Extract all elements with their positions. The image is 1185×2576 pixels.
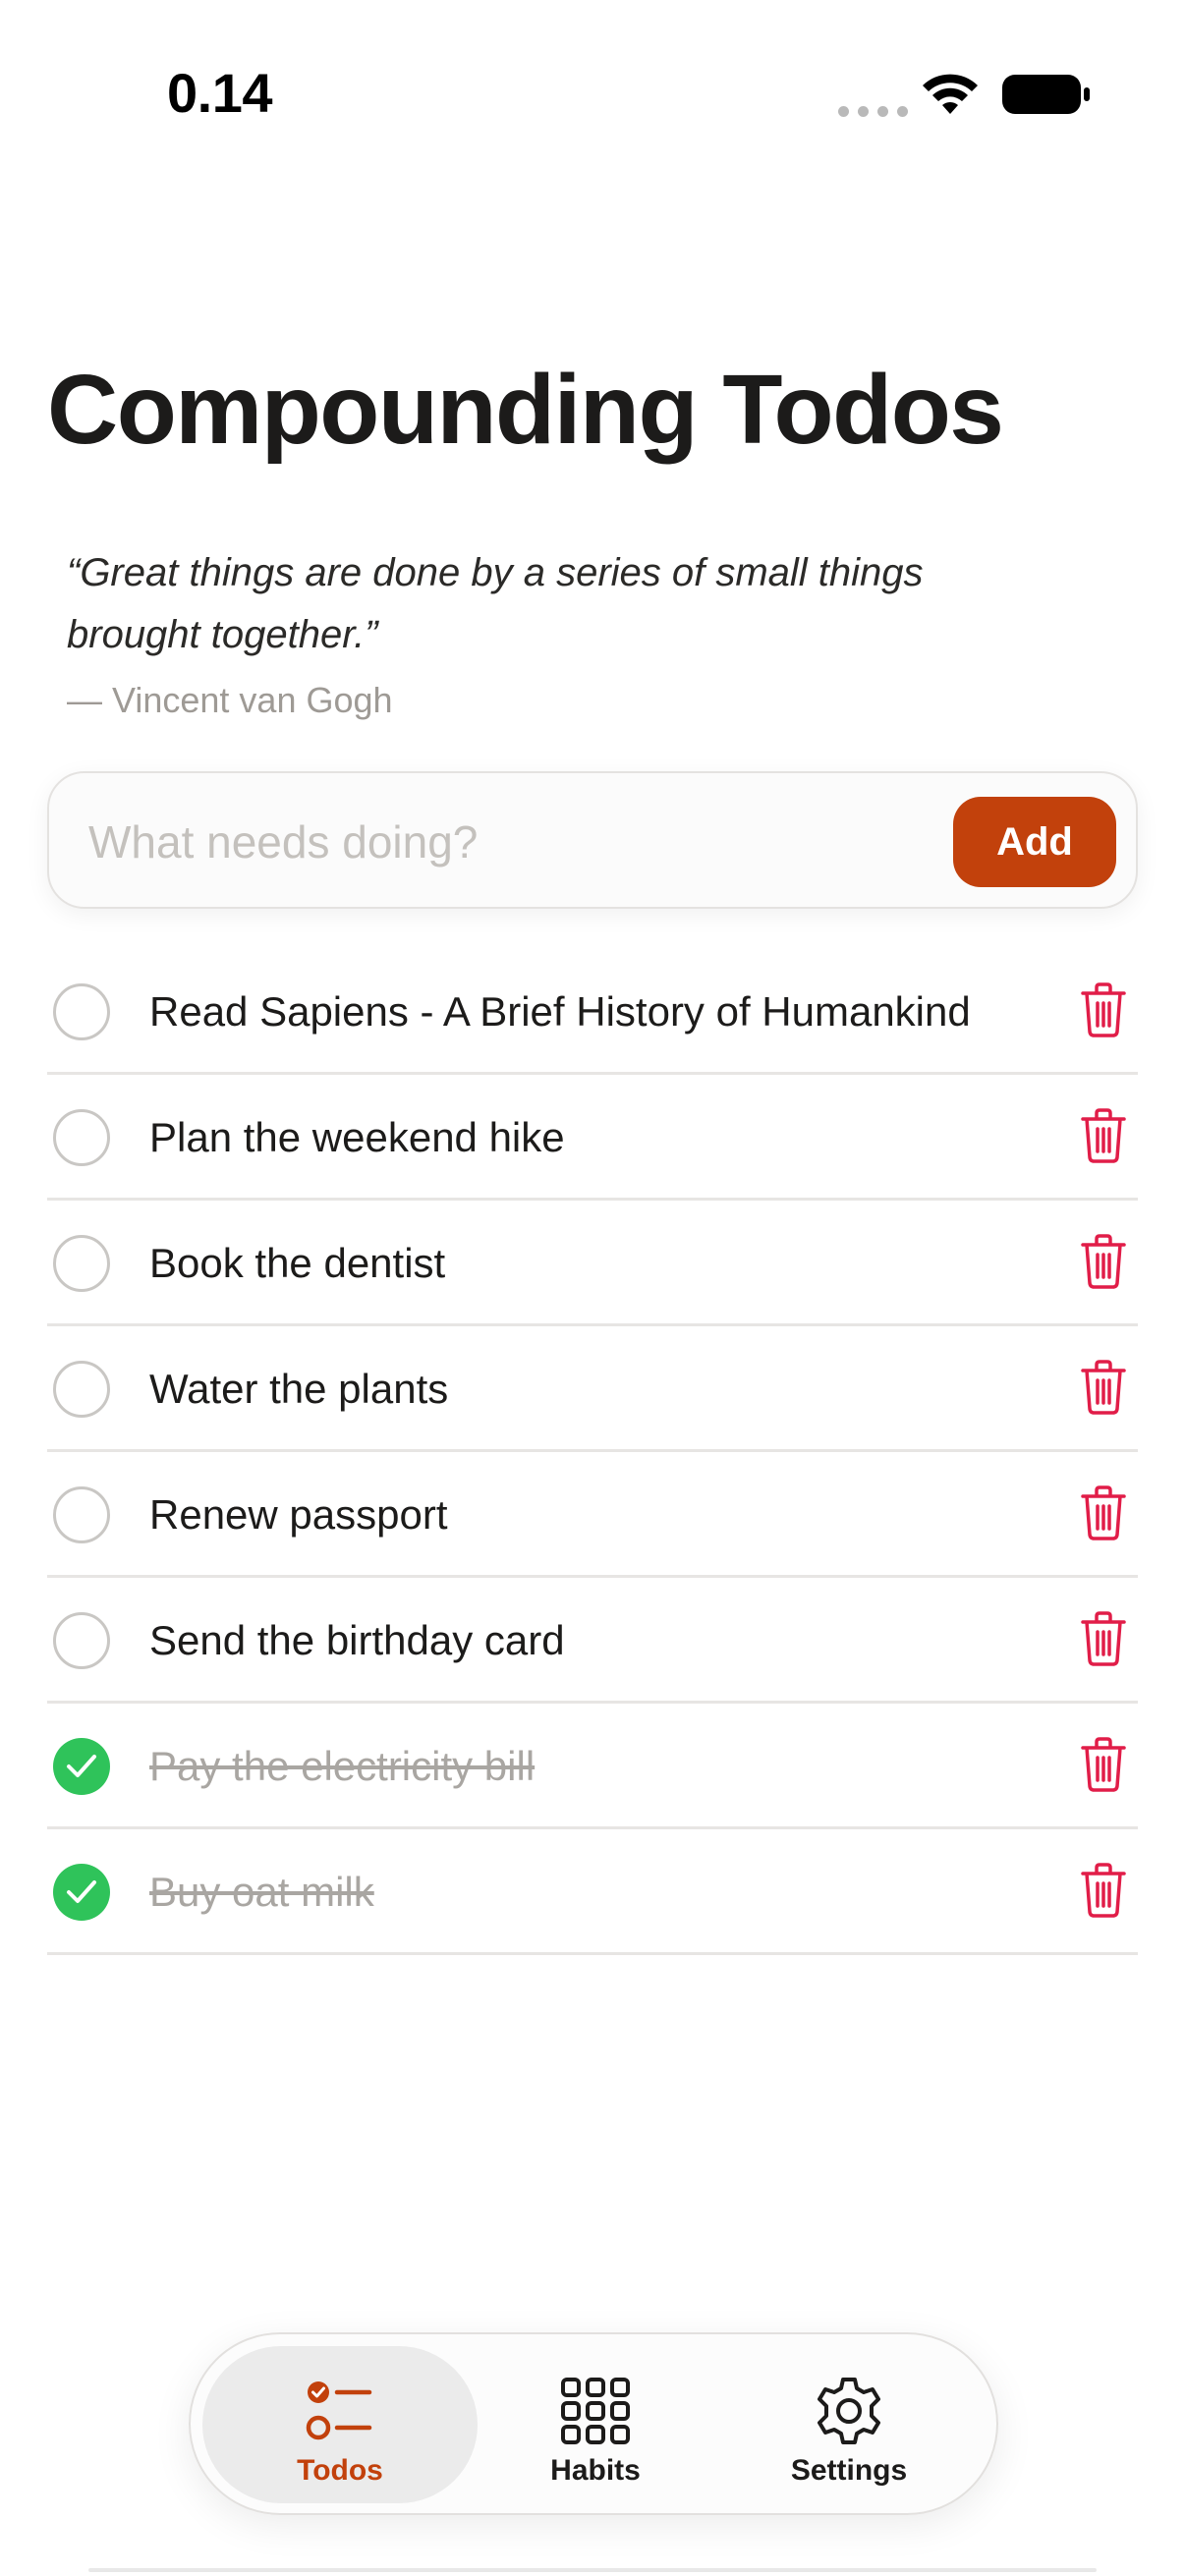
todo-checkbox[interactable] [53, 1486, 110, 1543]
todo-text: Send the birthday card [149, 1617, 565, 1663]
todo-item: Book the dentist [47, 1201, 1138, 1326]
wifi-icon [923, 74, 978, 114]
todo-item: Water the plants [47, 1326, 1138, 1452]
todo-checkbox[interactable] [53, 983, 110, 1040]
todo-text: Plan the weekend hike [149, 1114, 565, 1160]
todo-text: Book the dentist [149, 1240, 446, 1286]
delete-todo-button[interactable] [1075, 1733, 1132, 1798]
delete-todo-button[interactable] [1075, 1859, 1132, 1924]
tab-settings[interactable]: Settings [711, 2346, 987, 2503]
todo-checkbox[interactable] [53, 1235, 110, 1292]
quote-author: — Vincent van Gogh [67, 680, 393, 720]
todo-text: Water the plants [149, 1366, 449, 1412]
quote-text: “Great things are done by a series of sm… [67, 551, 924, 656]
add-button[interactable]: Add [953, 797, 1116, 887]
todo-text: Renew passport [149, 1491, 448, 1538]
tab-label: Settings [790, 2454, 908, 2487]
check-icon [67, 1755, 96, 1777]
trash-icon [1081, 1736, 1126, 1792]
delete-todo-button[interactable] [1075, 1104, 1132, 1169]
tab-todos[interactable]: Todos [202, 2346, 478, 2503]
todo-item-completed: Buy oat milk [47, 1829, 1138, 1955]
tab-bar: Todos Habits Settings [189, 2332, 998, 2515]
todo-item: Plan the weekend hike [47, 1075, 1138, 1201]
todo-list: Read Sapiens - A Brief History of Humank… [47, 949, 1138, 1955]
todo-text: Read Sapiens - A Brief History of Humank… [149, 988, 971, 1035]
trash-icon [1081, 1610, 1126, 1666]
home-indicator [88, 2568, 1097, 2572]
todo-checkbox-checked[interactable] [53, 1864, 110, 1921]
todo-item: Send the birthday card [47, 1578, 1138, 1704]
add-todo-bar: Add [47, 771, 1138, 909]
gear-icon [818, 2378, 880, 2444]
tab-label: Habits [550, 2454, 641, 2487]
delete-todo-button[interactable] [1075, 979, 1132, 1043]
delete-todo-button[interactable] [1075, 1356, 1132, 1421]
trash-icon [1081, 1233, 1126, 1289]
todo-item: Renew passport [47, 1452, 1138, 1578]
delete-todo-button[interactable] [1075, 1482, 1132, 1546]
page-title: Compounding Todos [47, 355, 1004, 465]
todo-text: Buy oat milk [149, 1869, 374, 1915]
delete-todo-button[interactable] [1075, 1607, 1132, 1672]
trash-icon [1081, 1359, 1126, 1415]
todo-checkbox[interactable] [53, 1361, 110, 1418]
check-icon [67, 1880, 96, 1903]
trash-icon [1081, 1107, 1126, 1163]
tab-label: Todos [297, 2454, 383, 2487]
checklist-icon [306, 2381, 372, 2440]
new-todo-input[interactable] [88, 803, 933, 881]
todo-checkbox[interactable] [53, 1612, 110, 1669]
battery-icon [1002, 75, 1090, 114]
todo-text: Pay the electricity bill [149, 1743, 536, 1789]
grid-icon [561, 2378, 630, 2444]
trash-icon [1081, 1484, 1126, 1540]
tab-habits[interactable]: Habits [458, 2346, 733, 2503]
trash-icon [1081, 1862, 1126, 1918]
delete-todo-button[interactable] [1075, 1230, 1132, 1295]
todo-checkbox-checked[interactable] [53, 1738, 110, 1795]
todo-item: Read Sapiens - A Brief History of Humank… [47, 949, 1138, 1075]
signal-dots-icon [838, 106, 908, 117]
status-time: 0.14 [167, 62, 273, 124]
status-bar: 0.14 [0, 0, 1185, 187]
todo-item-completed: Pay the electricity bill [47, 1704, 1138, 1829]
todo-checkbox[interactable] [53, 1109, 110, 1166]
trash-icon [1081, 981, 1126, 1037]
